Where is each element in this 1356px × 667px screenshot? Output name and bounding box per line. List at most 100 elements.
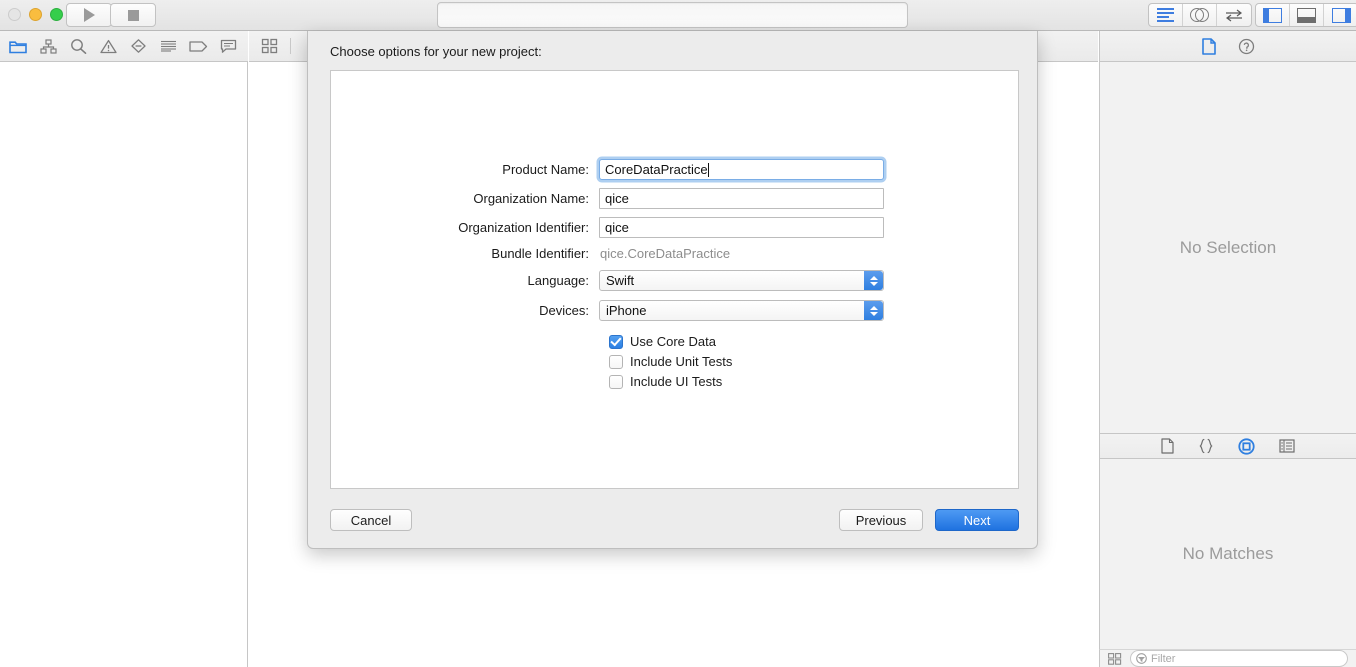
utilities-pane-icon	[1331, 7, 1351, 23]
sidebar-item-report-navigator[interactable]	[216, 35, 240, 57]
zoom-window-button[interactable]	[50, 8, 63, 21]
filter-input[interactable]: Filter	[1130, 650, 1348, 667]
run-icon	[83, 8, 95, 22]
circled-square-icon	[1238, 437, 1255, 455]
language-select[interactable]: Swift	[599, 270, 884, 291]
organization-name-value: qice	[605, 191, 629, 206]
warning-triangle-icon	[99, 39, 117, 53]
navigator-pane-icon	[1263, 7, 1282, 23]
window-controls	[8, 8, 63, 21]
sidebar-item-debug-navigator[interactable]	[156, 35, 180, 57]
diamond-minus-icon	[130, 39, 146, 53]
product-name-label: Product Name:	[502, 162, 589, 177]
include-ui-tests-checkbox[interactable]	[609, 374, 623, 389]
checkbox-row-include-unit-tests[interactable]: Include Unit Tests	[609, 354, 1018, 369]
devices-stepper-icon[interactable]	[864, 301, 883, 320]
inspector-placeholder: No Selection	[1179, 237, 1277, 257]
sidebar-item-test-navigator[interactable]	[126, 35, 150, 57]
toggle-utilities-button[interactable]	[1324, 4, 1356, 26]
field-row-bundle-identifier: Bundle Identifier: qice.CoreDataPractice	[331, 246, 1018, 261]
navigator-selector-bar	[0, 31, 248, 62]
devices-value: iPhone	[606, 303, 647, 318]
activity-viewer	[437, 2, 908, 28]
sidebar-item-issue-navigator[interactable]	[96, 35, 120, 57]
product-name-input[interactable]: CoreDataPractice	[599, 159, 884, 180]
related-items-icon	[261, 38, 277, 54]
breakpoint-tag-icon	[188, 40, 207, 52]
tab-media-library[interactable]	[1279, 439, 1295, 453]
run-button[interactable]	[66, 3, 112, 27]
checkbox-row-use-core-data[interactable]: Use Core Data	[609, 334, 1018, 349]
product-name-value: CoreDataPractice	[605, 162, 708, 177]
jump-bar-divider	[290, 38, 291, 54]
xcode-window: No Selection No Matches Filter Choose op…	[0, 0, 1356, 667]
field-row-organization-name: Organization Name: qice	[331, 188, 1018, 209]
braces-icon	[1199, 438, 1213, 454]
organization-identifier-value: qice	[605, 220, 629, 235]
language-label: Language:	[527, 273, 589, 288]
related-items-button[interactable]	[256, 35, 282, 57]
option-checkbox-group: Use Core Data Include Unit Tests Include…	[331, 334, 1018, 389]
library-placeholder: No Matches	[1182, 544, 1274, 563]
use-core-data-checkbox[interactable]	[609, 334, 623, 349]
include-unit-tests-checkbox[interactable]	[609, 354, 623, 369]
organization-name-label: Organization Name:	[473, 191, 589, 206]
version-editor-button[interactable]	[1217, 4, 1251, 26]
organization-identifier-input[interactable]: qice	[599, 217, 884, 238]
include-unit-tests-label: Include Unit Tests	[630, 354, 733, 369]
sidebar-item-breakpoint-navigator[interactable]	[186, 35, 210, 57]
chevron-down-icon	[869, 281, 878, 286]
grid-view-icon[interactable]	[1108, 652, 1122, 665]
cancel-button[interactable]: Cancel	[330, 509, 412, 531]
next-button[interactable]: Next	[935, 509, 1019, 531]
sidebar-item-source-control-navigator[interactable]	[36, 35, 60, 57]
text-cursor	[707, 162, 709, 177]
toggle-navigator-button[interactable]	[1256, 4, 1290, 26]
organization-name-input[interactable]: qice	[599, 188, 884, 209]
document-icon	[1201, 37, 1216, 55]
media-list-icon	[1279, 439, 1295, 453]
field-row-devices: Devices: iPhone	[331, 300, 1018, 321]
sheet-title: Choose options for your new project:	[330, 44, 542, 59]
tab-file-template-library[interactable]	[1161, 438, 1174, 454]
language-stepper-icon[interactable]	[864, 271, 883, 290]
tab-quick-help-inspector[interactable]	[1238, 38, 1255, 55]
filter-placeholder: Filter	[1151, 652, 1176, 665]
library-filter-bar: Filter	[1099, 649, 1356, 667]
chevron-up-icon	[869, 305, 878, 310]
toggle-debug-area-button[interactable]	[1290, 4, 1324, 26]
source-control-icon	[39, 38, 57, 54]
assistant-editor-button[interactable]	[1183, 4, 1217, 26]
stop-icon	[127, 9, 139, 21]
checkbox-row-include-ui-tests[interactable]: Include UI Tests	[609, 374, 1018, 389]
field-row-language: Language: Swift	[331, 270, 1018, 291]
stop-button[interactable]	[110, 3, 156, 27]
library-content: No Matches	[1099, 459, 1356, 649]
debug-list-icon	[160, 40, 176, 52]
close-window-button[interactable]	[8, 8, 21, 21]
sheet-options-panel: Product Name: CoreDataPractice Organizat…	[330, 70, 1019, 489]
filter-circle-icon	[1136, 653, 1147, 664]
sidebar-item-find-navigator[interactable]	[66, 35, 90, 57]
tab-code-snippet-library[interactable]	[1198, 438, 1214, 454]
tab-object-library[interactable]	[1238, 437, 1255, 455]
inspector-selector-bar	[1099, 31, 1356, 62]
pane-toggle-group	[1255, 3, 1356, 27]
language-value: Swift	[606, 273, 635, 288]
devices-select[interactable]: iPhone	[599, 300, 884, 321]
sidebar-item-project-navigator[interactable]	[6, 35, 30, 57]
standard-editor-button[interactable]	[1149, 4, 1183, 26]
field-row-organization-identifier: Organization Identifier: qice	[331, 217, 1018, 238]
editor-mode-group	[1148, 3, 1252, 27]
organization-identifier-label: Organization Identifier:	[458, 220, 589, 235]
previous-button[interactable]: Previous	[839, 509, 923, 531]
library-selector-bar	[1099, 434, 1356, 459]
debug-pane-icon	[1297, 7, 1316, 23]
navigator-content	[0, 62, 248, 667]
main-toolbar	[0, 0, 1356, 31]
minimize-window-button[interactable]	[29, 8, 42, 21]
use-core-data-label: Use Core Data	[630, 334, 716, 349]
assistant-editor-icon	[1190, 8, 1209, 22]
tab-file-inspector[interactable]	[1201, 37, 1216, 55]
chevron-up-icon	[869, 275, 878, 280]
